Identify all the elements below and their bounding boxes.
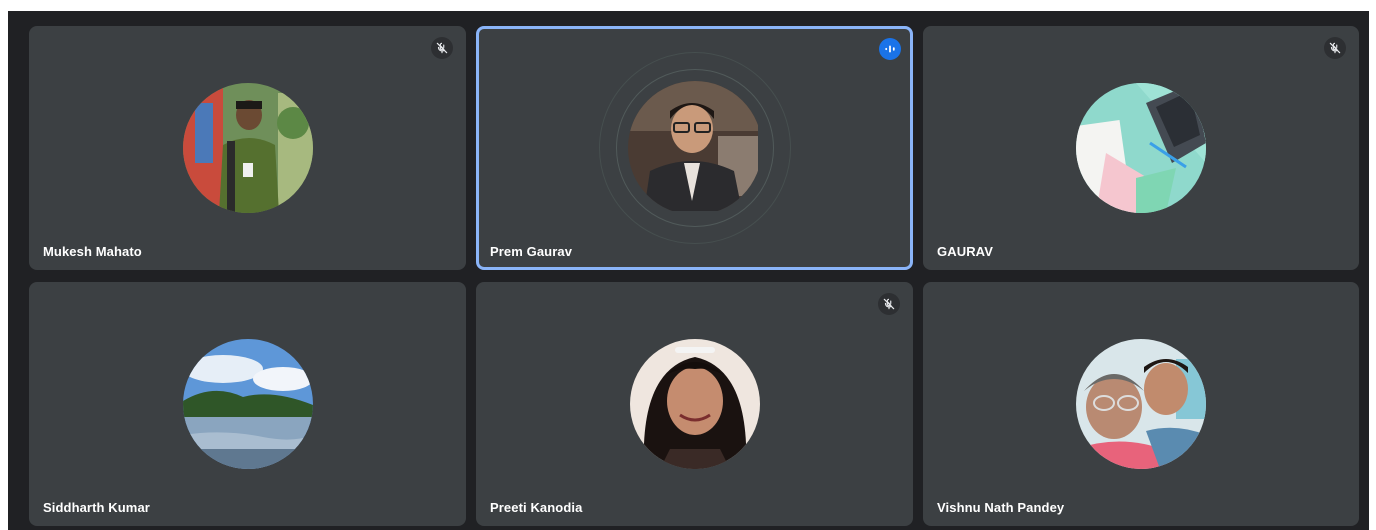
participant-tile-vishnu-nath-pandey[interactable]: Vishnu Nath Pandey — [923, 282, 1359, 526]
avatar — [629, 339, 760, 469]
participant-name: Mukesh Mahato — [43, 244, 142, 259]
avatar — [182, 83, 313, 213]
avatar — [627, 81, 762, 215]
participant-tile-preeti-kanodia[interactable]: Preeti Kanodia — [476, 282, 913, 526]
participant-tile-siddharth-kumar[interactable]: Siddharth Kumar — [29, 282, 466, 526]
mic-off-icon — [431, 37, 453, 59]
participant-tile-gaurav[interactable]: GAURAV — [923, 26, 1359, 270]
participant-name: GAURAV — [937, 244, 993, 259]
avatar — [1076, 83, 1206, 213]
avatar — [1076, 339, 1206, 469]
meeting-grid: Mukesh Mahato Prem Gaurav GAURAV Siddhar… — [8, 11, 1369, 530]
avatar — [182, 339, 313, 469]
mic-off-icon — [1324, 37, 1346, 59]
participant-name: Prem Gaurav — [490, 244, 573, 259]
audio-wave-icon — [879, 38, 901, 60]
participant-tile-mukesh-mahato[interactable]: Mukesh Mahato — [29, 26, 466, 270]
participant-name: Preeti Kanodia — [490, 500, 583, 515]
participant-tile-prem-gaurav[interactable]: Prem Gaurav — [476, 26, 913, 270]
participant-name: Vishnu Nath Pandey — [937, 500, 1065, 515]
mic-off-icon — [878, 293, 900, 315]
participant-name: Siddharth Kumar — [43, 500, 150, 515]
